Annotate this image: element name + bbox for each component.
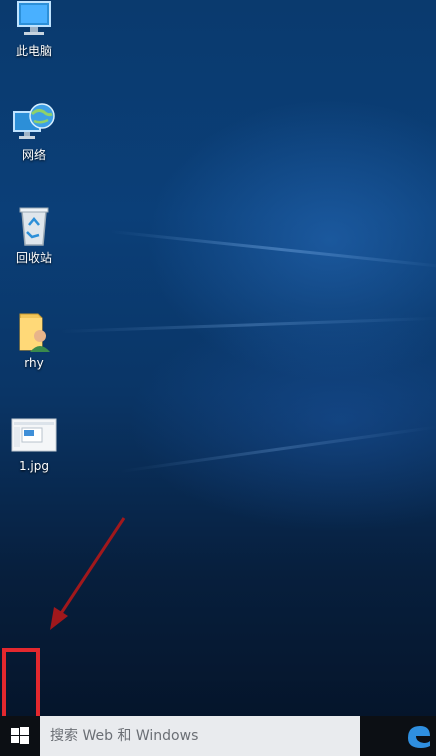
taskbar: 搜索 Web 和 Windows [0,716,436,756]
start-button[interactable] [0,716,40,756]
taskbar-search-box[interactable]: 搜索 Web 和 Windows [40,716,360,756]
windows-logo-icon [11,727,29,744]
annotation-arrow [50,517,126,630]
search-placeholder: 搜索 Web 和 Windows [50,728,199,744]
taskbar-edge-button[interactable] [404,722,432,750]
edge-browser-icon [408,726,430,748]
desktop: 此电脑 网络 回收站 rhy 1.jpg [0,0,436,716]
